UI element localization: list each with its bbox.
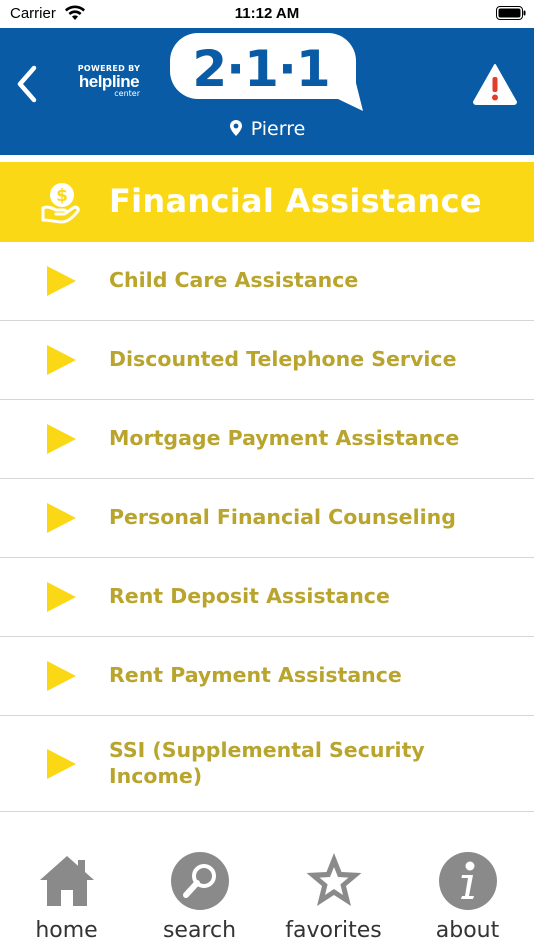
location-indicator[interactable]: Pierre	[0, 118, 534, 140]
list-item-label: Child Care Assistance	[109, 268, 359, 292]
tab-favorites-label: favorites	[285, 918, 382, 943]
tab-home-label: home	[35, 918, 98, 943]
list-item[interactable]: Rent Payment Assistance	[0, 637, 534, 716]
list-item[interactable]: Discounted Telephone Service	[0, 321, 534, 400]
tab-bar: home search favorites about	[0, 832, 534, 950]
tab-about-label: about	[435, 918, 500, 943]
list-item-label: Mortgage Payment Assistance	[109, 426, 460, 450]
list-item-label: Personal Financial Counseling	[109, 505, 456, 529]
list-item[interactable]: Rent Deposit Assistance	[0, 558, 534, 637]
play-arrow-icon	[47, 345, 76, 375]
list-item[interactable]: Mortgage Payment Assistance	[0, 400, 534, 479]
category-title: Financial Assistance	[109, 182, 482, 220]
list-item-label: SSI (Supplemental Security Income)	[109, 738, 425, 788]
dollar-hand-icon: $	[41, 183, 80, 224]
warning-triangle-icon[interactable]	[472, 62, 518, 106]
play-arrow-icon	[47, 749, 76, 779]
play-arrow-icon	[47, 266, 76, 296]
magnifier-icon	[171, 852, 229, 910]
list-item[interactable]: Personal Financial Counseling	[0, 479, 534, 558]
category-banner: $ Financial Assistance	[0, 162, 534, 242]
tab-about[interactable]: about	[401, 832, 534, 950]
clock: 11:12 AM	[234, 5, 300, 22]
app-header: POWERED BY helpline center 2·1·1 Pierre	[0, 28, 534, 155]
play-arrow-icon	[47, 503, 76, 533]
brand-sub-label: center	[114, 89, 140, 98]
location-label: Pierre	[250, 118, 306, 140]
list-item-label: Rent Deposit Assistance	[109, 584, 390, 608]
helpline-center-logo: POWERED BY helpline center	[74, 64, 144, 98]
back-button[interactable]	[12, 62, 42, 106]
play-arrow-icon	[47, 661, 76, 691]
tab-search-label: search	[162, 918, 237, 943]
svg-text:$: $	[56, 186, 68, 206]
tab-home[interactable]: home	[0, 832, 133, 950]
location-pin-icon	[229, 120, 242, 136]
play-arrow-icon	[47, 582, 76, 612]
tab-favorites[interactable]: favorites	[267, 832, 400, 950]
house-icon	[40, 856, 94, 906]
info-icon	[439, 852, 497, 910]
brand-label: helpline	[78, 72, 140, 91]
subcategory-list: Child Care Assistance Discounted Telepho…	[0, 242, 534, 832]
list-item[interactable]: SSI (Supplemental Security Income)	[0, 716, 534, 812]
star-icon	[306, 853, 362, 906]
play-arrow-icon	[47, 424, 76, 454]
logo-211: 2·1·1	[192, 40, 330, 98]
list-item-label: Rent Payment Assistance	[109, 663, 402, 687]
tab-search[interactable]: search	[133, 832, 266, 950]
status-bar: Carrier 11:12 AM	[0, 0, 534, 28]
list-item[interactable]: Child Care Assistance	[0, 242, 534, 321]
list-item-label: Discounted Telephone Service	[109, 347, 457, 371]
battery-icon	[496, 6, 526, 20]
